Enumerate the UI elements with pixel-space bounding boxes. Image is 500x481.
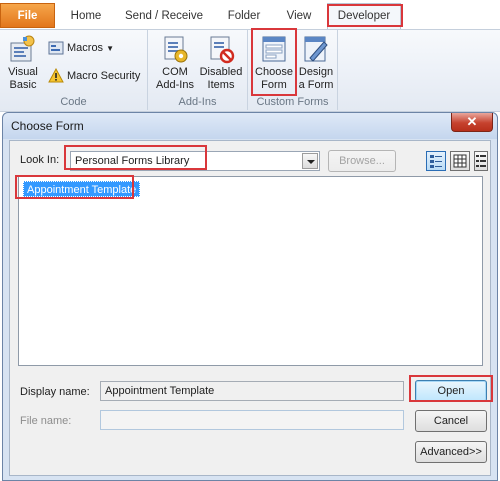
list-item[interactable]: Appointment Template (23, 181, 141, 197)
macros-dropdown-icon: ▼ (106, 44, 114, 53)
advanced-button[interactable]: Advanced>> (415, 441, 487, 463)
tab-send-receive[interactable]: Send / Receive (118, 4, 210, 28)
details-view-button[interactable] (474, 151, 488, 171)
tab-home[interactable]: Home (62, 4, 110, 28)
large-icons-view-button[interactable] (426, 151, 446, 171)
visual-basic-button[interactable]: Visual Basic (4, 34, 42, 92)
design-form-label-1: Design (298, 66, 334, 78)
choose-form-dialog: Choose Form ✕ Look In: Personal Forms Li… (2, 112, 498, 481)
close-icon: ✕ (466, 114, 478, 129)
list-view-icon (453, 154, 467, 168)
design-form-button[interactable]: Design a Form (295, 34, 337, 92)
disabled-items-button[interactable]: Disabled Items (198, 34, 244, 92)
ribbon-tab-row: File Home Send / Receive Folder View Dev… (0, 0, 500, 30)
disabled-items-icon (210, 36, 235, 64)
macros-icon (48, 41, 64, 55)
choose-form-icon (262, 36, 286, 62)
close-button[interactable]: ✕ (451, 113, 493, 132)
tab-developer[interactable]: Developer (327, 3, 401, 29)
disabled-items-label-2: Items (207, 79, 235, 91)
com-add-ins-button[interactable]: COM Add-Ins (152, 34, 198, 92)
macro-security-label: Macro Security (67, 70, 141, 82)
display-name-label: Display name: (20, 386, 90, 398)
custom-forms-group-label: Custom Forms (256, 96, 329, 108)
tab-folder[interactable]: Folder (218, 4, 270, 28)
warning-icon (48, 68, 64, 83)
details-view-icon (476, 155, 486, 167)
look-in-select[interactable]: Personal Forms Library (70, 151, 320, 171)
com-add-ins-icon (164, 36, 188, 63)
ribbon: File Home Send / Receive Folder View Dev… (0, 0, 500, 112)
visual-basic-icon (10, 35, 35, 62)
disabled-items-label-1: Disabled (199, 66, 243, 78)
browse-button[interactable]: Browse... (328, 150, 396, 172)
group-code: Visual Basic Macros ▼ Macro Security Code (0, 30, 148, 110)
display-name-field[interactable]: Appointment Template (100, 381, 404, 401)
file-name-field[interactable] (100, 410, 404, 430)
dialog-body: Look In: Personal Forms Library Browse..… (9, 140, 491, 476)
choose-form-button[interactable]: Choose Form (253, 34, 295, 92)
tab-view[interactable]: View (278, 4, 320, 28)
look-in-label: Look In: (20, 154, 60, 166)
code-group-label: Code (60, 96, 87, 108)
list-view-button[interactable] (450, 151, 470, 171)
large-icons-view-icon (430, 155, 442, 168)
choose-form-label-2: Form (261, 79, 287, 91)
forms-list[interactable]: Appointment Template (18, 176, 483, 366)
open-button[interactable]: Open (415, 380, 487, 402)
dialog-title: Choose Form (11, 119, 84, 133)
add-ins-group-label: Add-Ins (178, 96, 217, 108)
group-add-ins: COM Add-Ins Disabled Items Add-Ins (148, 30, 248, 110)
design-form-icon (304, 36, 328, 62)
com-add-ins-label-1: COM (162, 66, 188, 78)
macro-security-button[interactable]: Macro Security (48, 67, 140, 85)
choose-form-label-1: Choose (255, 66, 293, 78)
dialog-title-bar: Choose Form ✕ (3, 113, 497, 139)
design-form-label-2: a Form (298, 79, 334, 91)
file-name-label: File name: (20, 415, 72, 427)
group-custom-forms: Choose Form Design a Form Custom Forms (248, 30, 338, 110)
chevron-down-icon[interactable] (302, 153, 318, 169)
com-add-ins-label-2: Add-Ins (156, 79, 194, 91)
tab-file[interactable]: File (0, 3, 55, 28)
cancel-button[interactable]: Cancel (415, 410, 487, 432)
look-in-value: Personal Forms Library (75, 155, 190, 167)
visual-basic-label-2: Basic (9, 79, 37, 91)
visual-basic-label-1: Visual (8, 66, 38, 78)
macros-button[interactable]: Macros ▼ (48, 39, 114, 57)
macros-label: Macros (67, 42, 104, 54)
